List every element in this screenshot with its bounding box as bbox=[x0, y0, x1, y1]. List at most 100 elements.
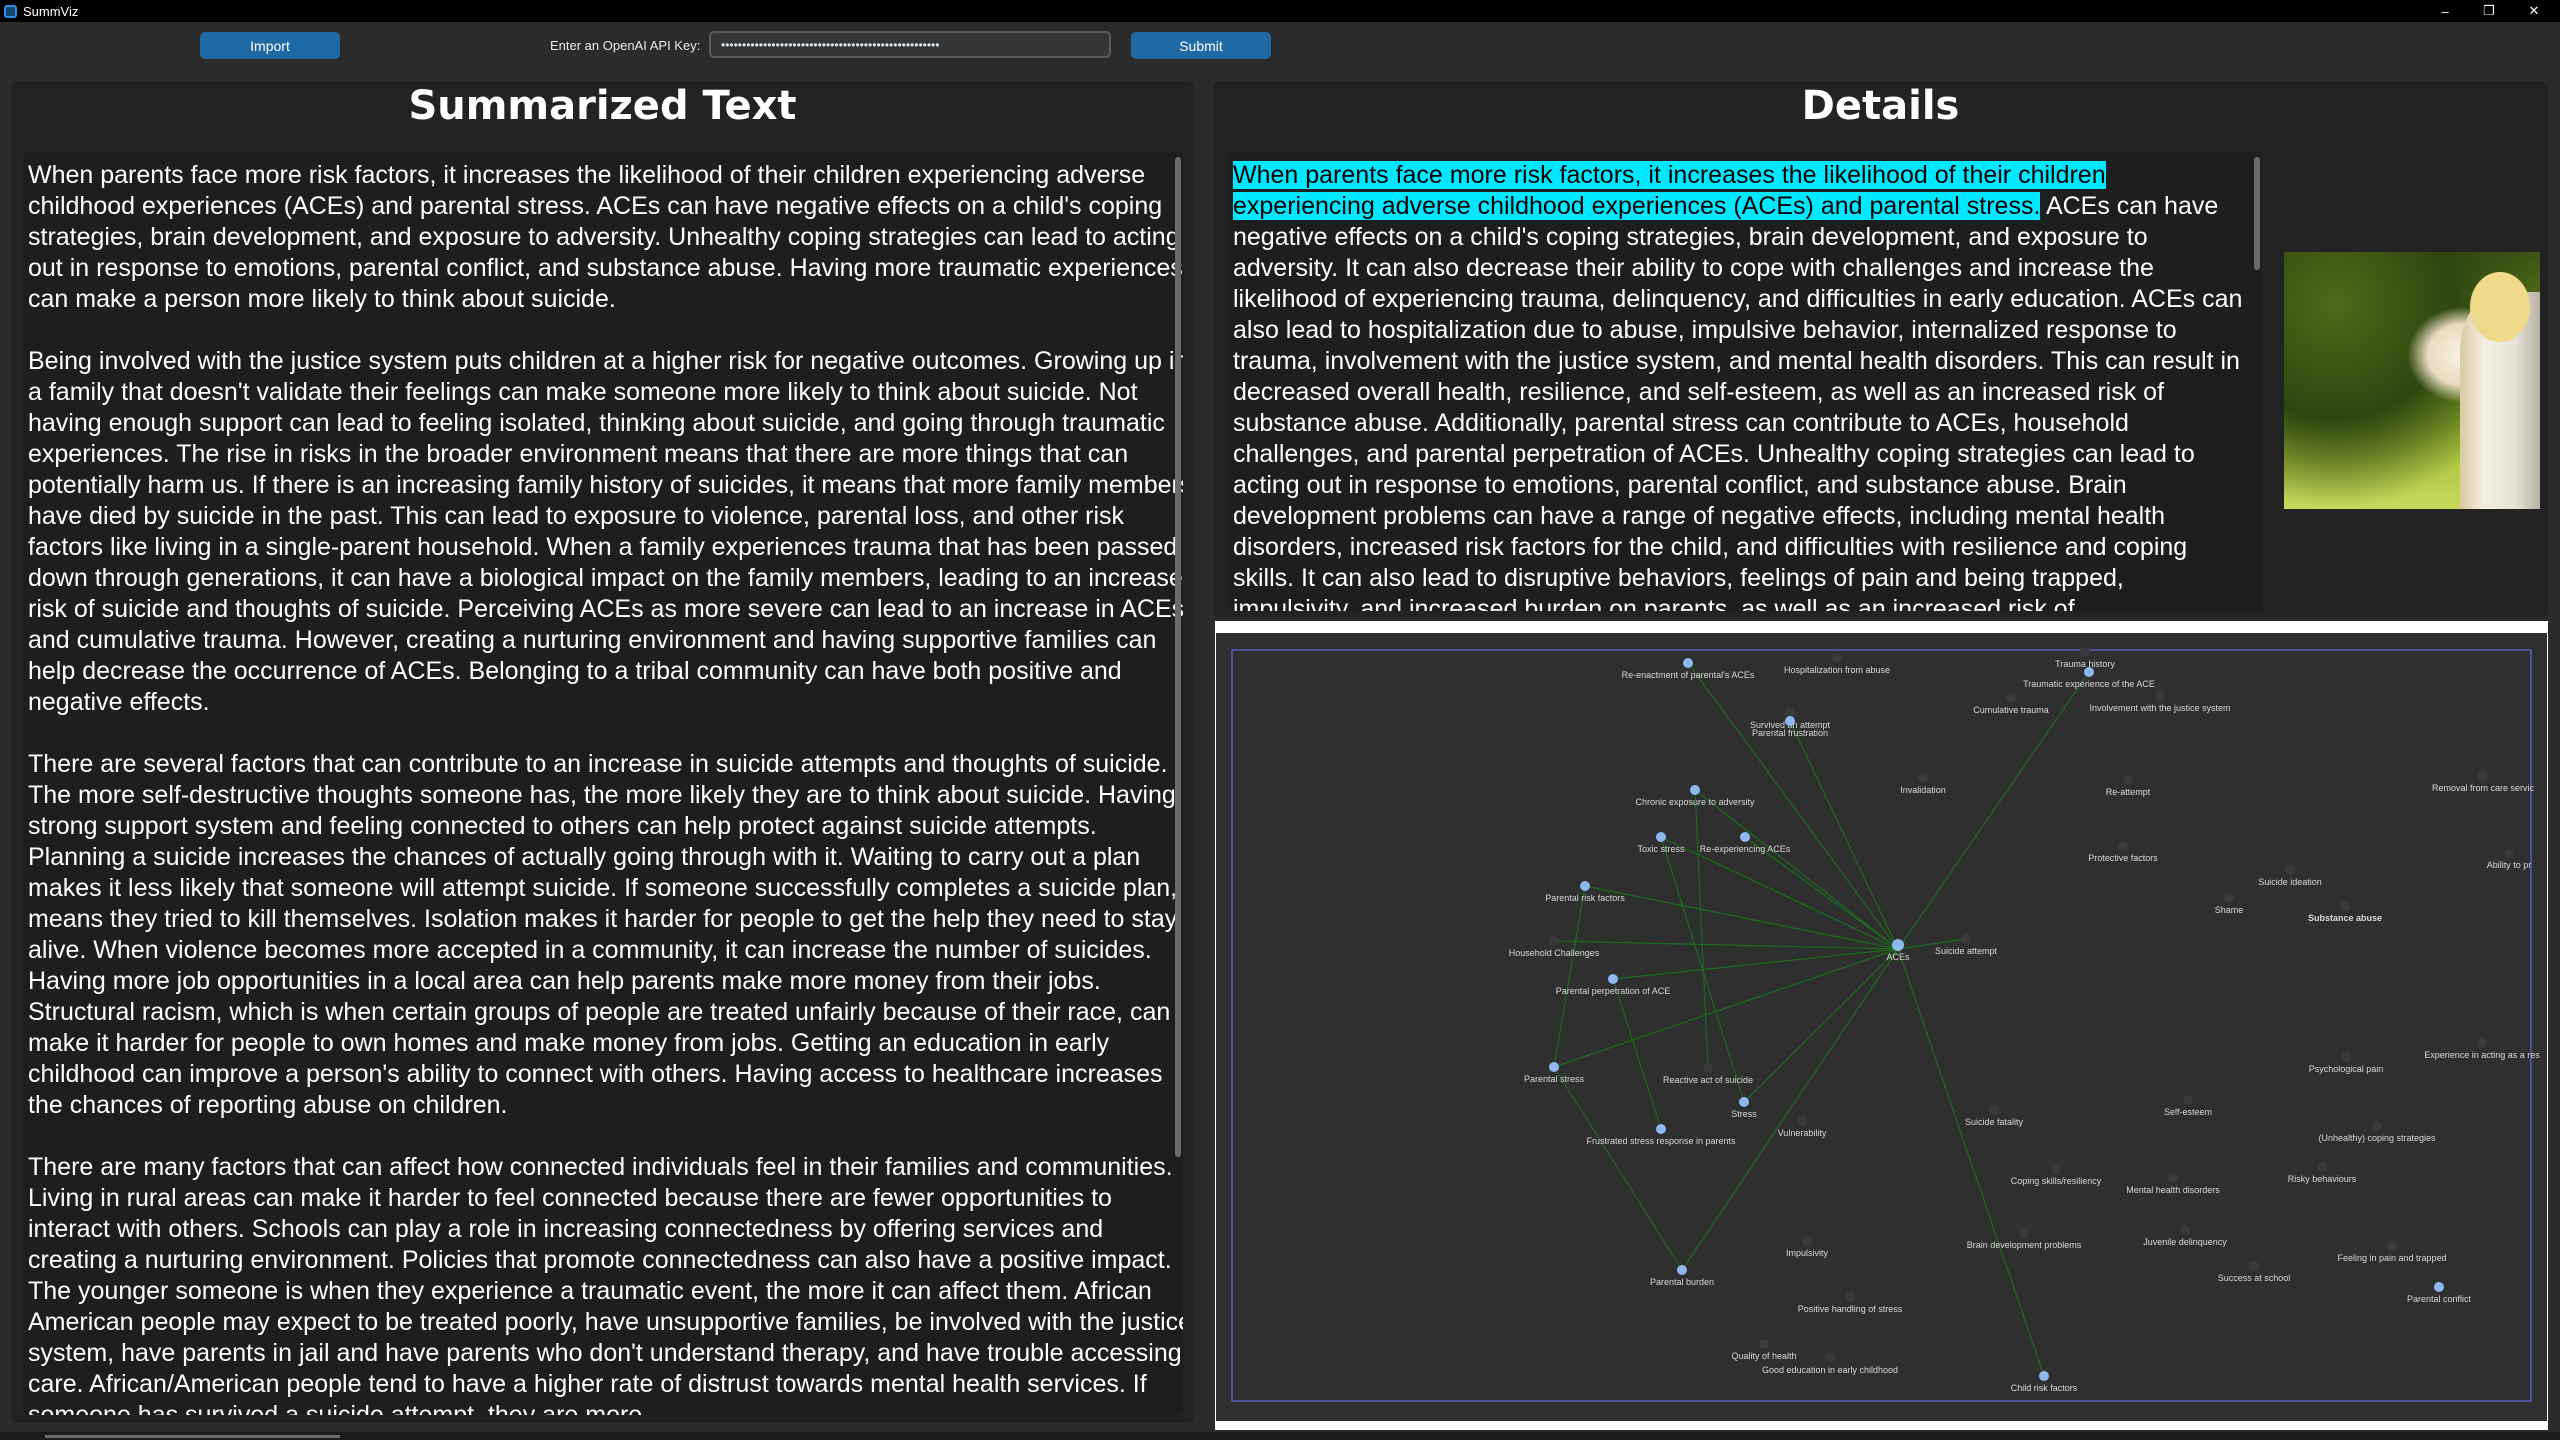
details-scrollbar[interactable] bbox=[2254, 157, 2260, 270]
graph-node-dot[interactable] bbox=[1656, 832, 1666, 842]
graph-node-dot[interactable] bbox=[2155, 691, 2165, 701]
graph-node-dot[interactable] bbox=[1989, 1105, 1999, 1115]
graph-node-dot[interactable] bbox=[1677, 1265, 1687, 1275]
graph-node[interactable]: Success at school bbox=[2218, 1261, 2291, 1283]
graph-node-dot[interactable] bbox=[2180, 1225, 2190, 1235]
graph-node-dot[interactable] bbox=[1580, 881, 1590, 891]
graph-node[interactable]: Household Challenges bbox=[1509, 936, 1600, 958]
graph-canvas[interactable]: Hospitalization from abuse Trauma history… bbox=[1216, 633, 2547, 1421]
graph-node[interactable]: Shame bbox=[2215, 893, 2244, 915]
graph-node[interactable]: Invalidation bbox=[1900, 773, 1946, 795]
graph-node[interactable]: Traumatic experience of the ACE bbox=[2023, 667, 2155, 689]
graph-node-dot[interactable] bbox=[2183, 1095, 2193, 1105]
api-key-input[interactable] bbox=[709, 31, 1111, 58]
graph-node-dot[interactable] bbox=[2340, 901, 2350, 911]
graph-node[interactable]: Self-esteem bbox=[2164, 1095, 2212, 1117]
graph-node[interactable]: Parental stress bbox=[1524, 1062, 1585, 1084]
graph-node[interactable]: Cumulative trauma bbox=[1973, 693, 2049, 715]
graph-node-dot[interactable] bbox=[2006, 693, 2016, 703]
graph-node-dot[interactable] bbox=[2051, 1164, 2061, 1174]
graph-node-dot[interactable] bbox=[2477, 1038, 2487, 1048]
graph-node-dot[interactable] bbox=[2019, 1228, 2029, 1238]
graph-node-dot[interactable] bbox=[2080, 647, 2090, 657]
graph-node-dot[interactable] bbox=[1549, 936, 1559, 946]
graph-node[interactable]: Removal from care servic bbox=[2432, 771, 2535, 793]
graph-node[interactable]: Risky behaviours bbox=[2288, 1162, 2357, 1184]
graph-node[interactable]: Child risk factors bbox=[2011, 1371, 2078, 1393]
graph-node-dot[interactable] bbox=[2504, 848, 2514, 858]
graph-node-dot[interactable] bbox=[1690, 785, 1700, 795]
graph-node-dot[interactable] bbox=[1549, 1062, 1559, 1072]
graph-node[interactable]: Hospitalization from abuse bbox=[1784, 653, 1890, 675]
graph-node-dot[interactable] bbox=[1656, 1124, 1666, 1134]
graph-node-dot[interactable] bbox=[1759, 1339, 1769, 1349]
graph-node-dot[interactable] bbox=[2249, 1261, 2259, 1271]
graph-node-dot[interactable] bbox=[1683, 658, 1693, 668]
graph-node-dot[interactable] bbox=[2224, 893, 2234, 903]
graph-node[interactable]: Re-experiencing ACEs bbox=[1700, 832, 1791, 854]
graph-node[interactable]: Vulnerability bbox=[1778, 1116, 1827, 1138]
graph-node[interactable]: Mental health disorders bbox=[2126, 1173, 2220, 1195]
graph-node[interactable]: Experience in acting as a res bbox=[2424, 1038, 2540, 1060]
graph-node[interactable]: Reactive act of suicide bbox=[1663, 1063, 1753, 1085]
graph-node[interactable]: Parental burden bbox=[1650, 1265, 1714, 1287]
graph-node-dot[interactable] bbox=[1961, 934, 1971, 944]
graph-node[interactable]: Re-enactment of parental's ACEs bbox=[1622, 658, 1755, 680]
graph-node[interactable]: Re-attempt bbox=[2106, 775, 2151, 797]
graph-node-dot[interactable] bbox=[2168, 1173, 2178, 1183]
graph-node-dot[interactable] bbox=[1740, 832, 1750, 842]
graph-node-dot[interactable] bbox=[2084, 667, 2094, 677]
graph-node-dot[interactable] bbox=[2341, 1052, 2351, 1062]
graph-node-dot[interactable] bbox=[2123, 775, 2133, 785]
graph-node[interactable]: Protective factors bbox=[2088, 841, 2158, 863]
graph-node-dot[interactable] bbox=[1802, 1236, 1812, 1246]
graph-node[interactable]: Parental perpetration of ACE bbox=[1556, 974, 1671, 996]
graph-node-dot[interactable] bbox=[1797, 1116, 1807, 1126]
graph-node-dot[interactable] bbox=[1892, 939, 1904, 951]
graph-node[interactable]: Substance abuse bbox=[2308, 901, 2382, 923]
graph-node[interactable]: Ability to pr bbox=[2487, 848, 2532, 870]
graph-node-dot[interactable] bbox=[1785, 716, 1795, 726]
graph-node[interactable]: Stress bbox=[1731, 1097, 1757, 1119]
graph-node-dot[interactable] bbox=[1703, 1063, 1713, 1073]
graph-node-dot[interactable] bbox=[2434, 1282, 2444, 1292]
graph-node-dot[interactable] bbox=[2118, 841, 2128, 851]
close-button[interactable]: ✕ bbox=[2512, 0, 2556, 22]
graph-node[interactable]: Toxic stress bbox=[1637, 832, 1685, 854]
graph-node[interactable]: Suicide fatality bbox=[1965, 1105, 2024, 1127]
graph-node-dot[interactable] bbox=[2478, 771, 2488, 781]
graph-node-dot[interactable] bbox=[1825, 1353, 1835, 1363]
graph-node[interactable]: Impulsivity bbox=[1786, 1236, 1829, 1258]
graph-node[interactable]: Quality of health bbox=[1731, 1339, 1797, 1361]
minimize-button[interactable]: – bbox=[2423, 0, 2467, 22]
horizontal-scrollbar-thumb[interactable] bbox=[45, 1435, 340, 1438]
import-button[interactable]: Import bbox=[200, 32, 340, 59]
graph-node-dot[interactable] bbox=[1608, 974, 1618, 984]
graph-node[interactable]: Positive handling of stress bbox=[1798, 1292, 1903, 1314]
graph-node[interactable]: Psychological pain bbox=[2309, 1052, 2384, 1074]
restore-button[interactable]: ❐ bbox=[2467, 0, 2511, 22]
summary-textbox[interactable]: When parents face more risk factors, it … bbox=[23, 151, 1183, 1415]
submit-button[interactable]: Submit bbox=[1131, 32, 1271, 59]
graph-node-dot[interactable] bbox=[1918, 773, 1928, 783]
graph-node-dot[interactable] bbox=[2039, 1371, 2049, 1381]
knowledge-graph[interactable]: Hospitalization from abuse Trauma history… bbox=[1216, 633, 2547, 1421]
graph-node[interactable]: Juvenile delinquency bbox=[2143, 1225, 2227, 1247]
graph-node-dot[interactable] bbox=[2317, 1162, 2327, 1172]
graph-node-dot[interactable] bbox=[2285, 865, 2295, 875]
graph-node[interactable]: Frustrated stress response in parents bbox=[1586, 1124, 1736, 1146]
graph-node-dot[interactable] bbox=[2372, 1121, 2382, 1131]
graph-node[interactable]: Parental conflict bbox=[2407, 1282, 2472, 1304]
graph-node[interactable]: Brain development problems bbox=[1967, 1228, 2082, 1250]
details-textbox[interactable]: When parents face more risk factors, it … bbox=[1228, 151, 2262, 611]
graph-node-dot[interactable] bbox=[1739, 1097, 1749, 1107]
graph-node[interactable]: (Unhealthy) coping strategies bbox=[2318, 1121, 2436, 1143]
summary-scrollbar[interactable] bbox=[1175, 157, 1181, 1157]
graph-node-dot[interactable] bbox=[1832, 653, 1842, 663]
graph-node[interactable]: Suicide attempt bbox=[1935, 934, 1998, 956]
graph-node[interactable]: Coping skills/resiliency bbox=[2011, 1164, 2102, 1186]
graph-node-dot[interactable] bbox=[1845, 1292, 1855, 1302]
graph-node[interactable]: Feeling in pain and trapped bbox=[2337, 1241, 2447, 1263]
graph-node[interactable]: Involvement with the justice system bbox=[2089, 691, 2231, 713]
horizontal-scrollbar[interactable] bbox=[0, 1432, 2560, 1440]
